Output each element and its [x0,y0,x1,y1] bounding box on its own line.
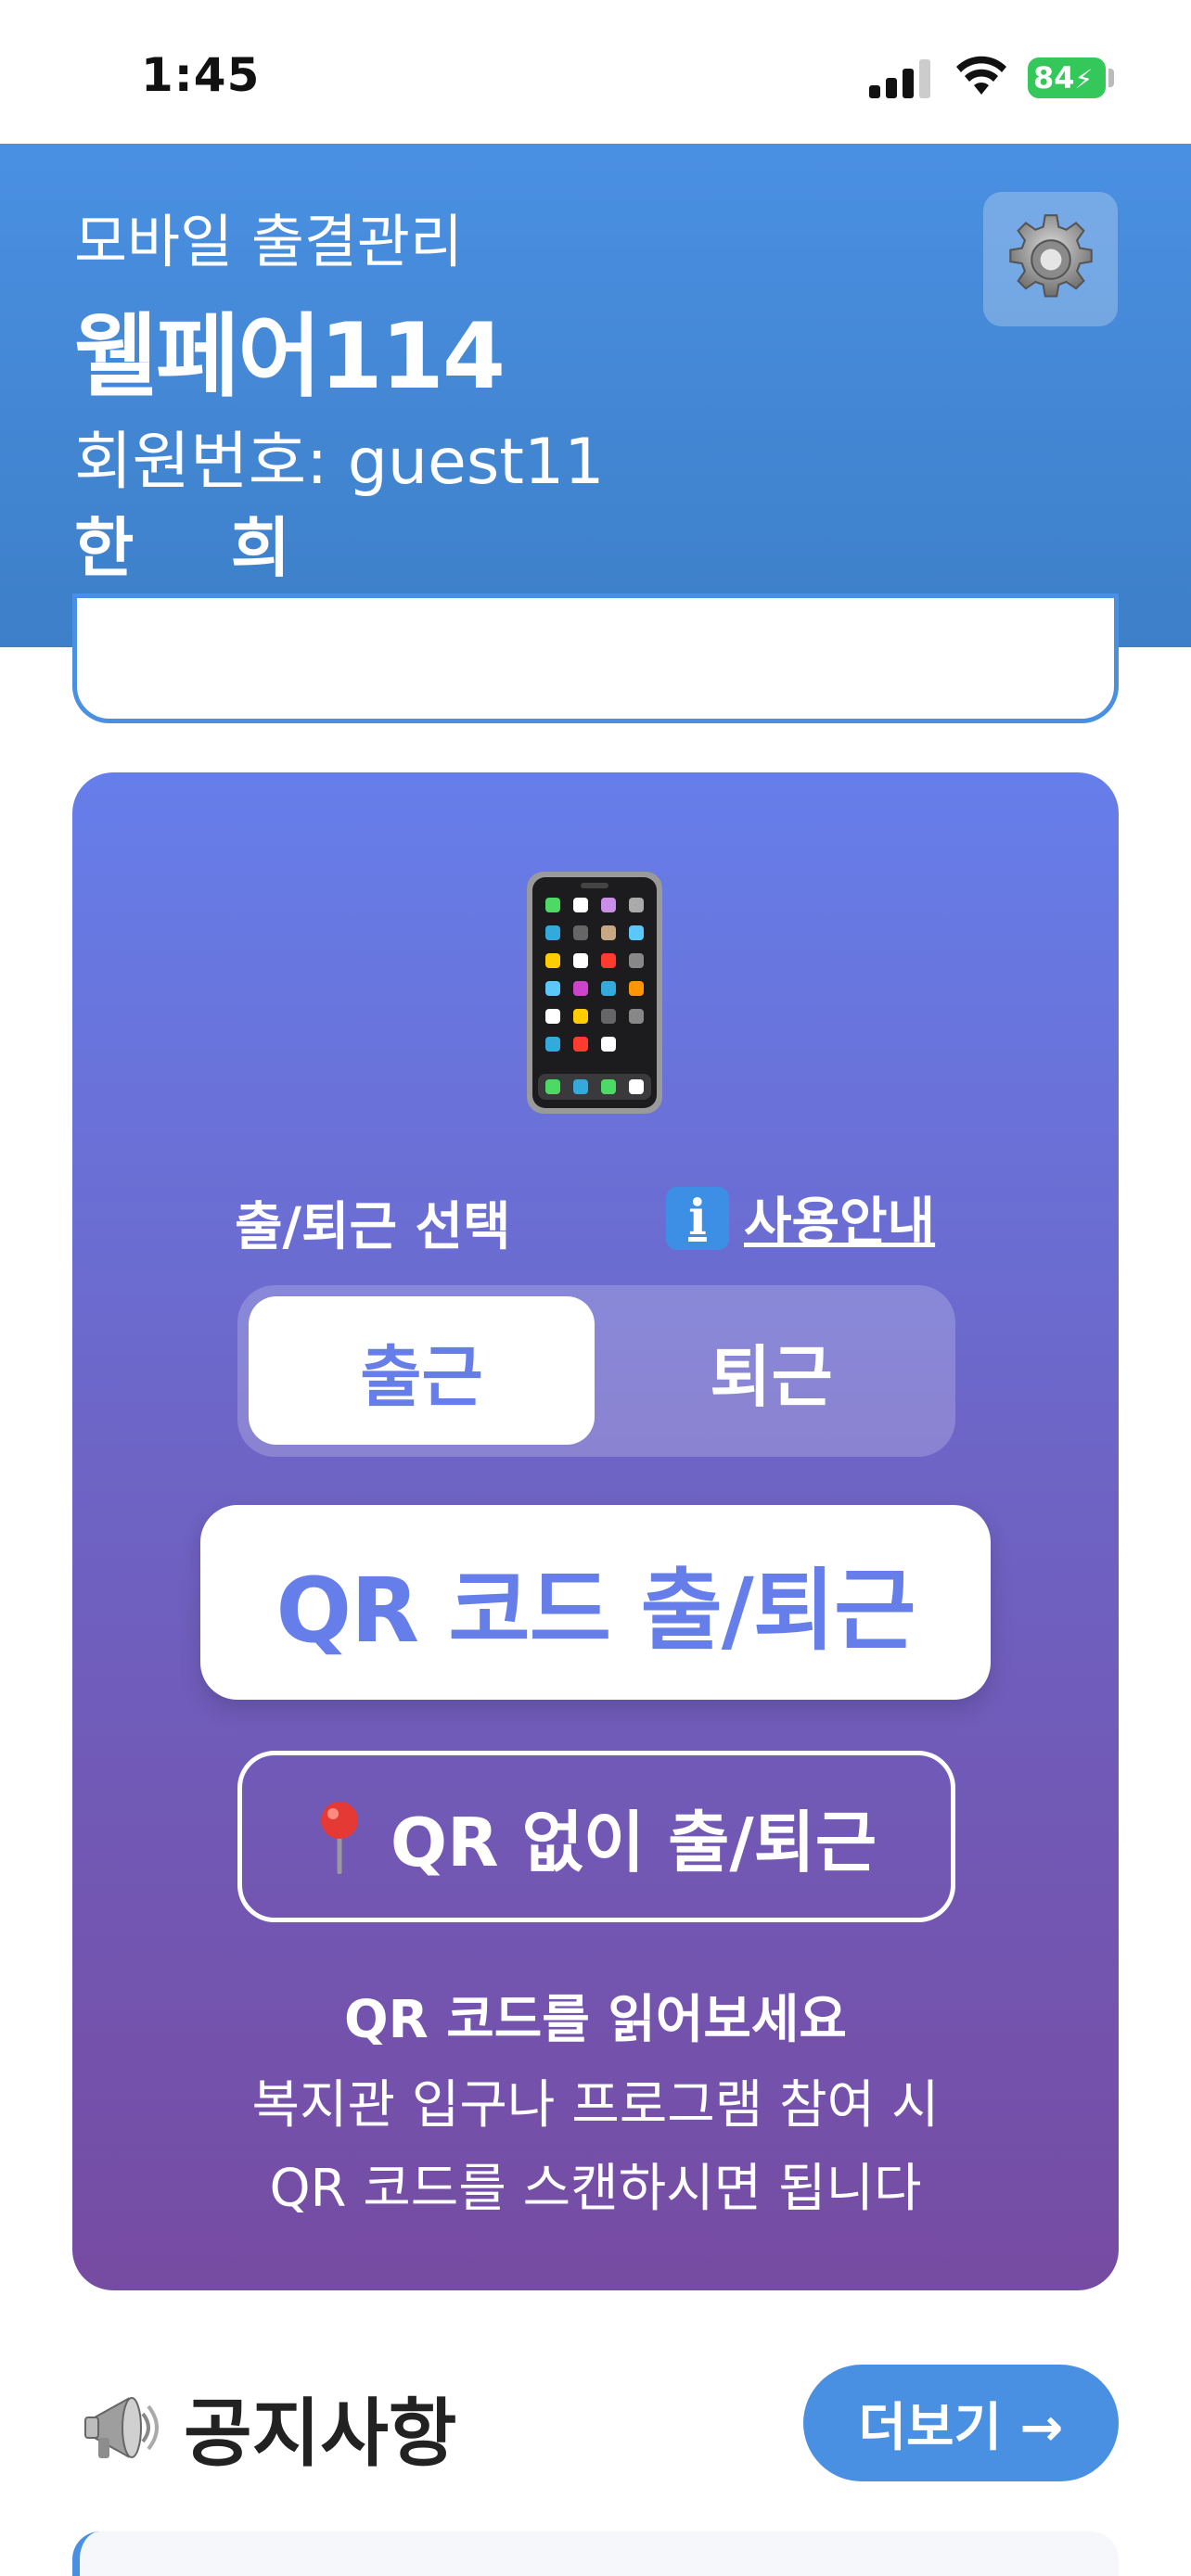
status-time: 1:45 [141,48,261,102]
usage-guide-label: 사용안내 [744,1192,936,1253]
settings-button[interactable] [983,192,1118,326]
qr-checkin-button[interactable]: QR 코드 출/퇴근 [200,1505,991,1700]
info-icon: i [666,1186,729,1250]
help-line-1: 복지관 입구나 프로그램 참여 시 [251,2075,940,2136]
battery-tip [1108,69,1114,87]
app-header: 모바일 출결관리 웰페어114 회원번호: guest11 한 희 [0,144,1191,647]
checkin-card: 출/퇴근 선택 i 사용안내 출근 퇴근 QR 코드 출/퇴근 QR 없이 출/… [72,772,1119,2290]
user-name: 한 희 [74,510,328,586]
notices-more-button[interactable]: 더보기 → [803,2365,1119,2481]
no-qr-checkin-button[interactable]: QR 없이 출/퇴근 [237,1751,955,1922]
member-number: 회원번호: guest11 [74,426,605,499]
usage-guide-link[interactable]: i 사용안내 [666,1180,935,1256]
megaphone-icon [84,2397,159,2458]
notices-heading: 공지사항 [82,2374,456,2481]
toggle-option-checkin[interactable]: 출근 [249,1296,595,1445]
gear-icon [1008,213,1093,298]
status-card-partial [72,593,1119,723]
toggle-option-checkout[interactable]: 퇴근 [598,1296,944,1445]
status-bar: 1:45 84⚡ [0,0,1191,144]
wifi-icon [956,56,1006,95]
pushpin-icon [320,1801,358,1874]
notices-title: 공지사항 [184,2391,457,2477]
mode-select-label: 출/퇴근 선택 [235,1197,511,1257]
no-qr-button-label: QR 없이 출/퇴근 [390,1804,877,1881]
signal-icon [869,57,932,98]
header-title: 웰페어114 [74,304,506,410]
checkin-mode-toggle: 출근 퇴근 [237,1285,955,1457]
help-title: QR 코드를 읽어보세요 [344,1990,847,2050]
battery-indicator: 84⚡ [1028,57,1106,98]
header-subtitle: 모바일 출결관리 [74,208,463,275]
battery-level: 84 [1033,60,1075,96]
notice-item-partial[interactable] [72,2531,1119,2576]
help-line-2: QR 코드를 스캔하시면 됩니다 [269,2159,922,2219]
mobile-phone-icon [527,872,662,1114]
